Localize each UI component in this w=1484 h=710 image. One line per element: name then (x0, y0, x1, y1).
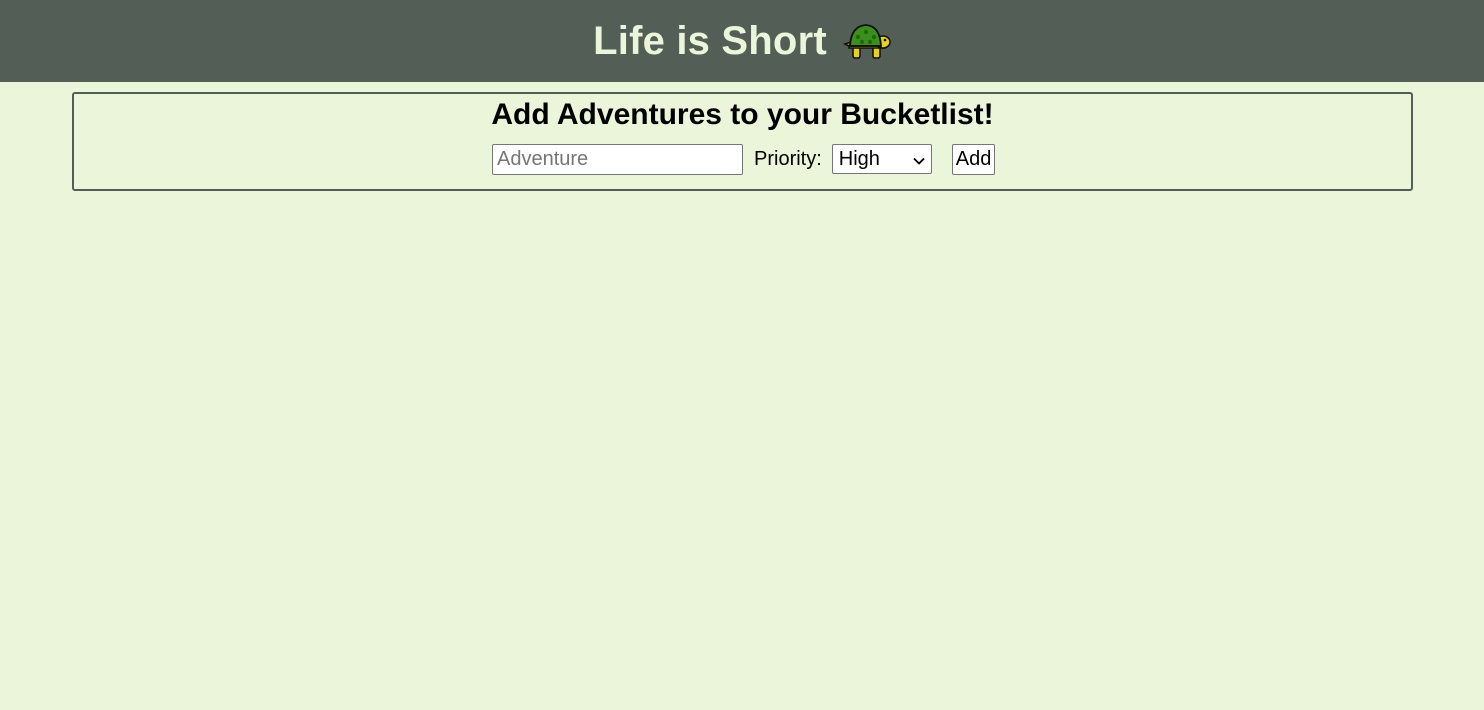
priority-selected-value: High (838, 147, 880, 170)
priority-select[interactable]: High (831, 144, 932, 174)
panel-heading: Add Adventures to your Bucketlist! (491, 98, 994, 131)
page-title: Life is Short (593, 18, 827, 63)
add-adventure-form: Priority: High Add (492, 143, 996, 175)
chevron-down-icon (913, 148, 925, 171)
add-adventure-panel: Add Adventures to your Bucketlist! Prior… (72, 92, 1413, 191)
header-title-group: Life is Short (593, 19, 891, 64)
priority-label: Priority: (754, 147, 822, 170)
app-header: Life is Short (0, 0, 1484, 82)
turtle-icon (841, 20, 891, 62)
adventure-input[interactable] (492, 143, 743, 175)
add-button[interactable]: Add (951, 143, 996, 175)
